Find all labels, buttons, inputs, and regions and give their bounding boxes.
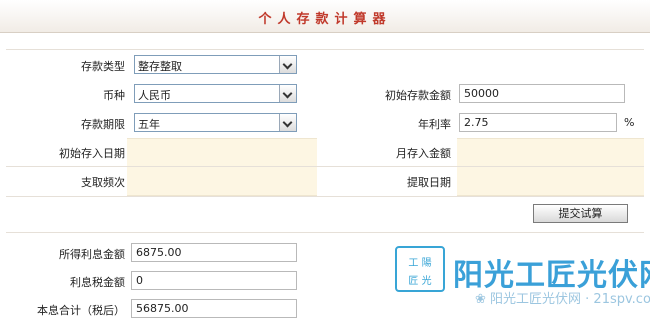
- row-divider: [6, 166, 644, 167]
- top-divider: [6, 49, 644, 50]
- term-value: 五年: [138, 118, 160, 131]
- calculator-header: 个人存款计算器: [0, 0, 650, 33]
- watermark-badge-bottom: 匠 光: [408, 276, 432, 287]
- page-title: 个人存款计算器: [258, 12, 392, 27]
- chevron-down-icon[interactable]: [279, 56, 296, 73]
- results-divider: [6, 232, 644, 233]
- annual-rate-field[interactable]: 2.75: [459, 113, 617, 132]
- currency-value: 人民币: [138, 89, 171, 102]
- withdraw-date-label: 提取日期: [407, 176, 451, 189]
- chevron-down-icon[interactable]: [279, 114, 296, 131]
- watermark-url: ❀ 阳光工匠光伏网 · 21spv.com: [475, 292, 650, 307]
- currency-label: 币种: [103, 89, 125, 102]
- initial-amount-label: 初始存款金额: [385, 89, 451, 102]
- section-divider: [6, 196, 644, 197]
- watermark-logo-icon: 工 陽 匠 光: [395, 246, 445, 292]
- initial-amount-value: 50000: [464, 87, 499, 100]
- watermark-badge-top: 工 陽: [408, 258, 432, 269]
- deposit-type-label: 存款类型: [81, 60, 125, 73]
- monthly-amount-field[interactable]: [461, 142, 641, 162]
- initial-date-field[interactable]: [131, 142, 313, 162]
- total-label: 本息合计（税后）: [37, 304, 125, 317]
- annual-rate-value: 2.75: [464, 116, 489, 129]
- submit-calc-button[interactable]: 提交试算: [533, 204, 628, 223]
- withdraw-freq-field[interactable]: [131, 171, 313, 191]
- interest-field: 6875.00: [131, 243, 297, 262]
- percent-unit: %: [624, 116, 635, 129]
- interest-label: 所得利息金额: [59, 248, 125, 261]
- deposit-type-select[interactable]: 整存整取: [134, 55, 297, 74]
- watermark: 工 陽 匠 光 阳光工匠光伏网 ❀ 阳光工匠光伏网 · 21spv.com: [395, 246, 650, 307]
- monthly-amount-label: 月存入金额: [396, 147, 451, 160]
- tax-value: 0: [136, 274, 143, 287]
- total-value: 56875.00: [136, 302, 189, 315]
- interest-value: 6875.00: [136, 246, 182, 259]
- currency-select[interactable]: 人民币: [134, 84, 297, 103]
- term-label: 存款期限: [81, 118, 125, 131]
- tax-label: 利息税金额: [70, 276, 125, 289]
- initial-date-label: 初始存入日期: [59, 147, 125, 160]
- withdraw-date-field[interactable]: [461, 171, 641, 191]
- tax-field: 0: [131, 271, 297, 290]
- term-select[interactable]: 五年: [134, 113, 297, 132]
- withdraw-freq-label: 支取频次: [81, 176, 125, 189]
- annual-rate-label: 年利率: [418, 118, 451, 131]
- deposit-type-value: 整存整取: [138, 60, 182, 73]
- initial-amount-field[interactable]: 50000: [459, 84, 625, 103]
- chevron-down-icon[interactable]: [279, 85, 296, 102]
- total-field: 56875.00: [131, 299, 297, 318]
